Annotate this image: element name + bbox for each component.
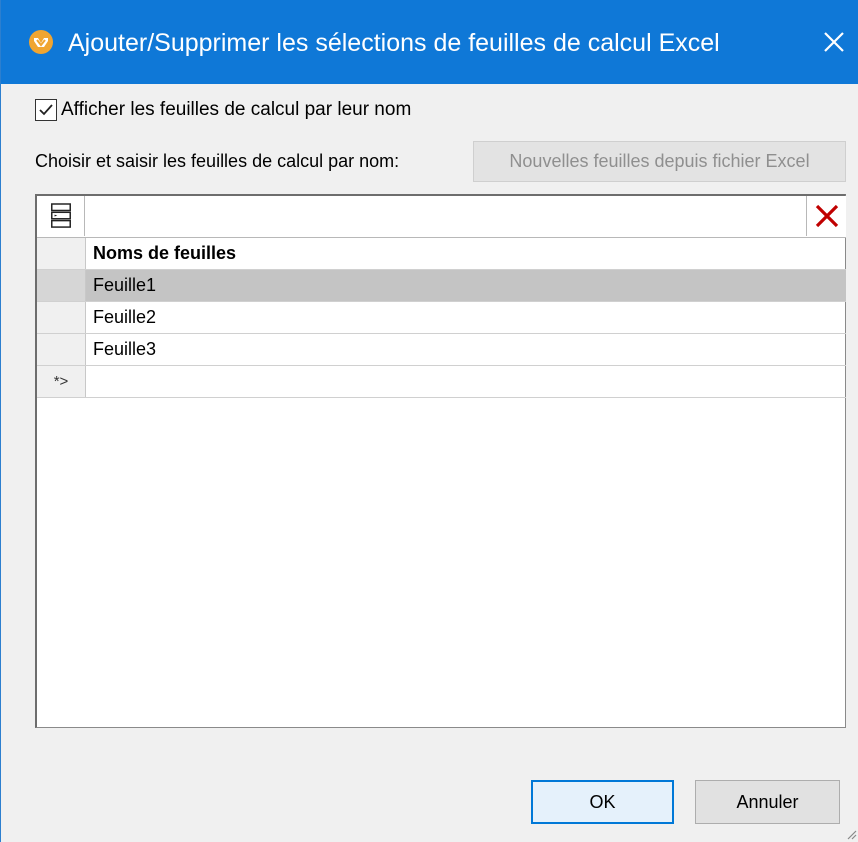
show-by-name-label: Afficher les feuilles de calcul par leur…: [61, 99, 412, 120]
delete-icon[interactable]: [806, 196, 846, 236]
show-by-name-option[interactable]: Afficher les feuilles de calcul par leur…: [35, 97, 411, 123]
table-row[interactable]: Feuille1: [37, 270, 846, 302]
row-header-cell: [37, 238, 86, 269]
new-sheets-from-excel-button[interactable]: Nouvelles feuilles depuis fichier Excel: [473, 141, 846, 182]
row-header-cell[interactable]: [37, 334, 86, 365]
sheet-names-grid: Noms de feuilles Feuille1 Feuille2 Feuil…: [35, 194, 846, 728]
insert-row-icon[interactable]: [37, 196, 85, 236]
grid-header-row: Noms de feuilles: [37, 238, 846, 270]
column-header-sheet-names: Noms de feuilles: [93, 243, 237, 263]
sheet-name-cell[interactable]: Feuille1: [93, 270, 156, 301]
resize-grip-icon[interactable]: [843, 826, 857, 840]
ok-button[interactable]: OK: [531, 780, 674, 824]
dialog: Ajouter/Supprimer les sélections de feui…: [0, 0, 858, 842]
new-row[interactable]: *>: [37, 366, 846, 398]
row-header-cell[interactable]: [37, 270, 86, 301]
show-by-name-checkbox[interactable]: [35, 99, 57, 121]
cancel-button[interactable]: Annuler: [695, 780, 840, 824]
sheet-name-cell[interactable]: Feuille2: [93, 302, 156, 333]
new-row-marker: *>: [37, 366, 86, 397]
title-bar[interactable]: Ajouter/Supprimer les sélections de feui…: [1, 0, 858, 84]
grid-toolbar: [37, 196, 846, 238]
sheet-name-cell[interactable]: Feuille3: [93, 334, 156, 365]
row-header-cell[interactable]: [37, 302, 86, 333]
choose-sheets-label: Choisir et saisir les feuilles de calcul…: [35, 151, 400, 171]
window-title: Ajouter/Supprimer les sélections de feui…: [68, 29, 720, 57]
mapforce-app-icon: [28, 29, 54, 55]
close-icon[interactable]: [809, 14, 858, 70]
table-row[interactable]: Feuille3: [37, 334, 846, 366]
table-row[interactable]: Feuille2: [37, 302, 846, 334]
